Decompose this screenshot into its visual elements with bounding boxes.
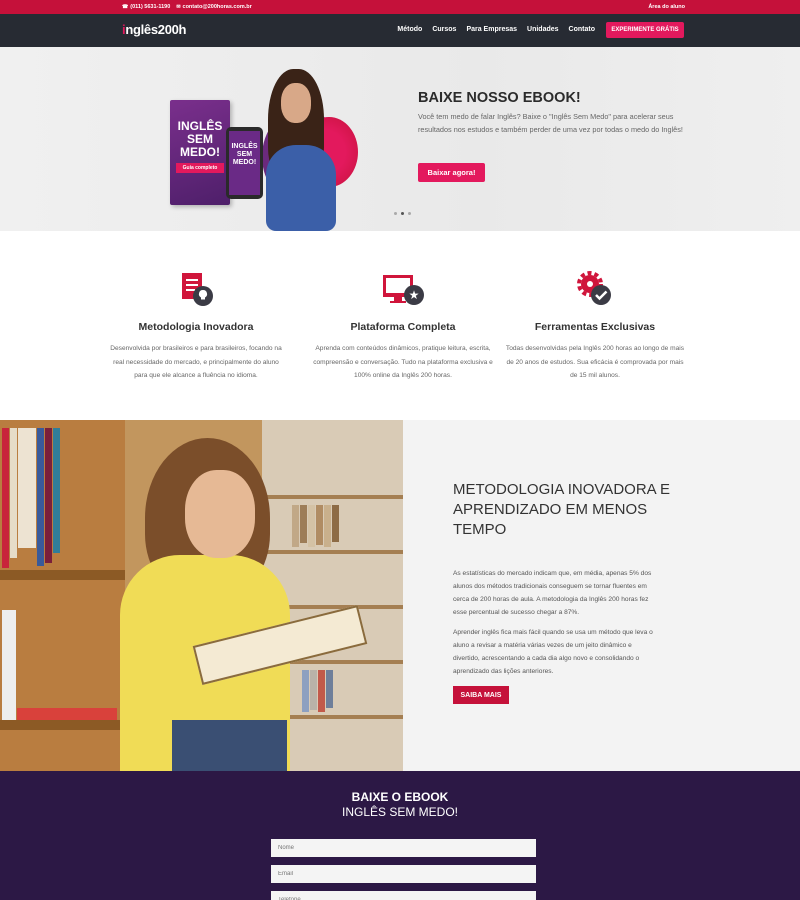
ebook-cover: INGLÊS SEM MEDO! Guia completo [170,100,230,205]
slider-dot-3[interactable] [408,212,411,215]
feature-metodologia: Metodologia Inovadora Desenvolvida por b… [106,271,286,383]
top-bar: ☎ (011) 5631-1190 ✉ contato@200horas.com.b… [0,0,800,14]
nav-item-metodo[interactable]: Método [397,26,422,33]
mail-icon: ✉ [176,4,181,10]
hero-text: Você tem medo de falar Inglês? Baixe o "… [418,112,683,134]
student-area-link[interactable]: Área do aluno [648,4,685,10]
email-contact[interactable]: ✉ contato@200horas.com.br [176,4,251,10]
free-trial-button[interactable]: EXPERIMENTE GRÁTIS [606,22,684,38]
feature-text: Aprenda com conteúdos dinâmicos, pratiqu… [313,345,493,379]
gear-check-icon [505,271,685,307]
ebook-cover-tag: Guia completo [176,163,224,173]
feature-text: Desenvolvida por brasileiros e para bras… [110,345,282,379]
method-paragraph-2: Aprender inglês fica mais fácil quando s… [453,629,653,675]
nav-item-empresas[interactable]: Para Empresas [466,26,517,33]
feature-ferramentas: Ferramentas Exclusivas Todas desenvolvid… [505,271,685,383]
monitor-star-icon: ★ [313,271,493,307]
feature-plataforma: ★ Plataforma Completa Aprenda com conteú… [313,271,493,383]
hero-title: BAIXE NOSSO EBOOK! [418,90,581,106]
slider-dots [394,212,411,215]
slider-dot-1[interactable] [394,212,397,215]
method-section: METODOLOGIA INOVADORA E APRENDIZADO EM M… [0,420,800,771]
phone-input[interactable] [271,891,536,900]
feature-text: Todas desenvolvidas pela Inglês 200 hora… [505,345,685,379]
phone-icon: ☎ [122,4,129,10]
nav-item-unidades[interactable]: Unidades [527,26,559,33]
nav-item-contato[interactable]: Contato [569,26,595,33]
features-section: Metodologia Inovadora Desenvolvida por b… [0,231,800,420]
method-paragraph-1: As estatísticas do mercado indicam que, … [453,570,652,616]
woman-shirt [266,145,336,231]
svg-text:★: ★ [409,288,420,302]
student-reading-photo [0,420,403,771]
email-address: contato@200horas.com.br [182,4,252,10]
name-input[interactable] [271,839,536,857]
nav-item-cursos[interactable]: Cursos [432,26,456,33]
logo-text: nglês200h [125,22,187,37]
slider-dot-2[interactable] [401,212,404,215]
download-now-button[interactable]: Baixar agora! [418,163,485,182]
main-nav: Método Cursos Para Empresas Unidades Con… [397,26,595,33]
ebook-form-section: BAIXE O EBOOK INGLÊS SEM MEDO! [0,771,800,900]
phone-screen-title: INGLÊS SEM MEDO! [229,131,260,195]
girl-jeans [172,720,287,771]
woman-face [281,83,311,123]
phone-contact[interactable]: ☎ (011) 5631-1190 [122,4,170,10]
feature-title: Ferramentas Exclusivas [534,321,656,333]
learn-more-button[interactable]: SAIBA MAIS [453,686,509,704]
feature-title: Metodologia Inovadora [138,321,254,333]
method-title: METODOLOGIA INOVADORA E APRENDIZADO EM M… [453,481,670,538]
form-title: BAIXE O EBOOK [351,790,449,804]
phone-mockup: INGLÊS SEM MEDO! [226,127,263,199]
feature-title: Plataforma Completa [350,321,456,333]
phone-number: (011) 5631-1190 [130,4,171,10]
checklist-lightbulb-icon [106,271,286,307]
logo[interactable]: inglês200h [122,22,187,37]
main-header: inglês200h Método Cursos Para Empresas U… [0,14,800,47]
email-input[interactable] [271,865,536,883]
ebook-cover-title: INGLÊS SEM MEDO! [177,119,223,159]
bookshelf-left [0,420,125,771]
contact-info: ☎ (011) 5631-1190 ✉ contato@200horas.com.b… [122,4,252,10]
girl-face [185,470,255,558]
hero-slider: INGLÊS SEM MEDO! Guia completo INGLÊS SE… [0,47,800,231]
form-subtitle: INGLÊS SEM MEDO! [341,805,459,819]
